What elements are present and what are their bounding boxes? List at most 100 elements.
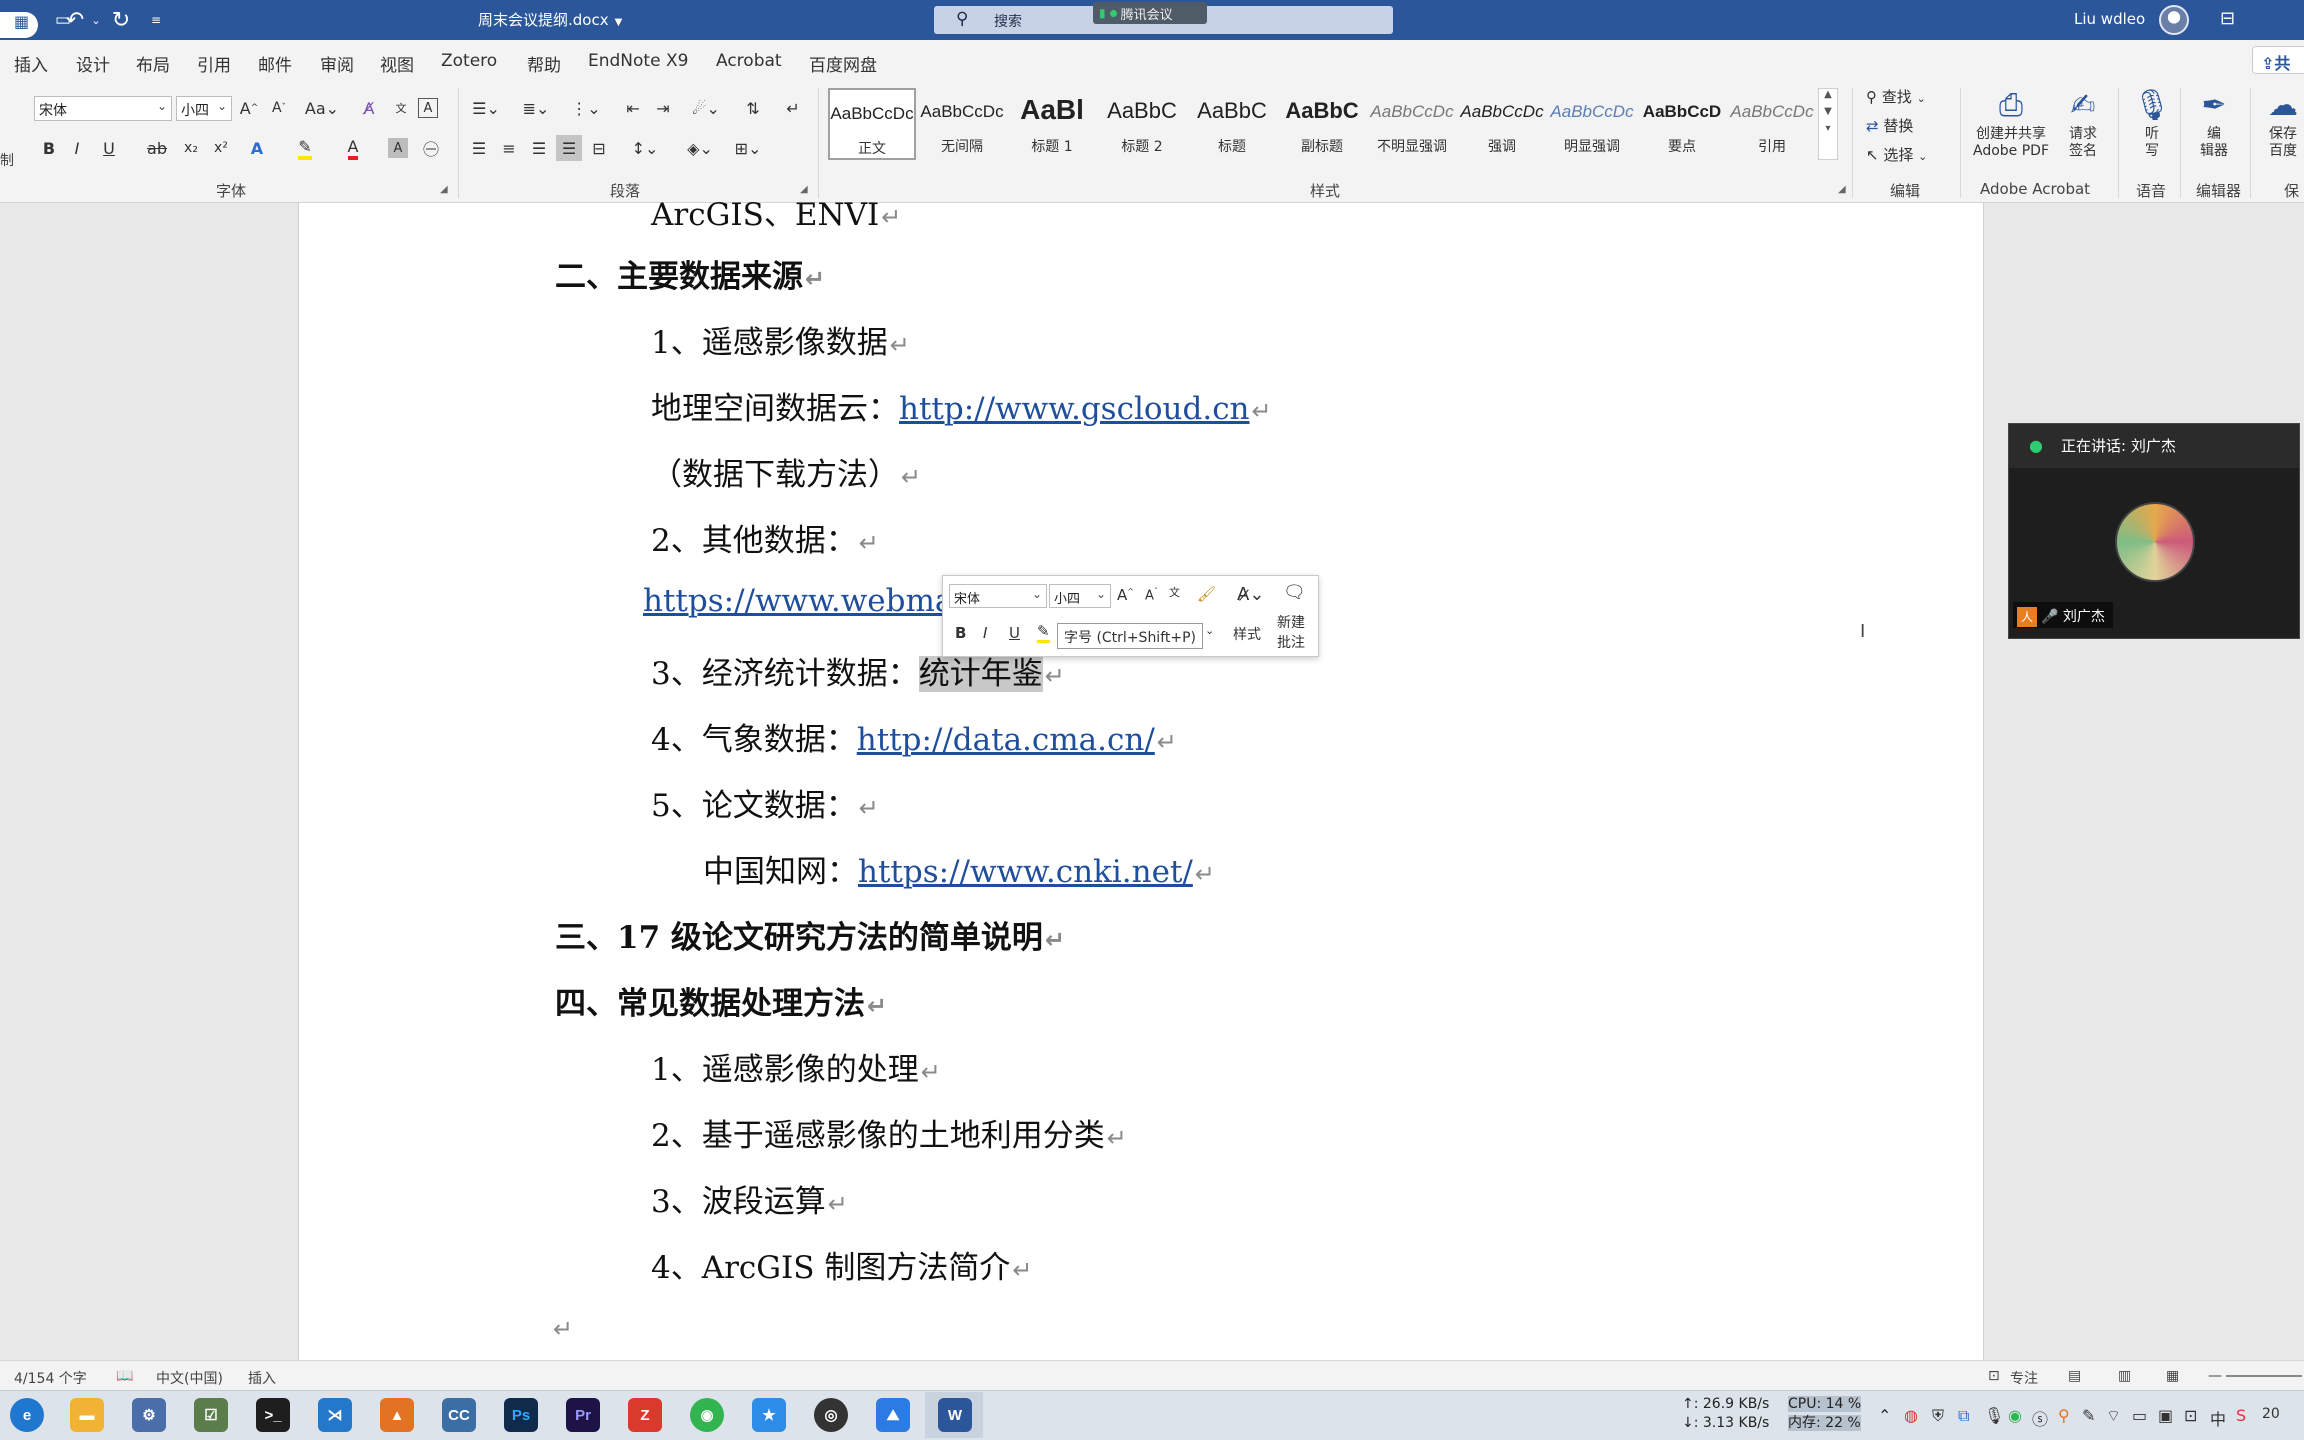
phonetic-guide-icon[interactable]: 文 (388, 95, 414, 121)
doc-line[interactable]: 地理空间数据云：http://www.gscloud.cn↵ (651, 383, 1272, 428)
tab-insert[interactable]: 插入 (14, 51, 48, 76)
zotero-icon[interactable]: Z (628, 1398, 662, 1432)
clipboard-tray-icon[interactable]: ▣ (2158, 1406, 2173, 1425)
tab-mailings[interactable]: 邮件 (258, 51, 292, 76)
tab-review[interactable]: 审阅 (320, 51, 354, 76)
terminal-icon[interactable]: >_ (256, 1398, 290, 1432)
wifi-tray-icon[interactable]: ⌔ (2106, 1406, 2121, 1426)
redo-icon[interactable]: ↻ (106, 7, 136, 33)
camera-app-icon[interactable]: ◎ (814, 1398, 848, 1432)
display-tray-icon[interactable]: ▭ (2132, 1406, 2147, 1425)
meeting-video-window[interactable]: ● 正在讲话: 刘广杰 人 🎤 刘广杰 (2008, 423, 2300, 639)
clock[interactable]: 20 (2262, 1406, 2280, 1422)
character-border-icon[interactable]: A (418, 98, 438, 118)
tab-view[interactable]: 视图 (380, 51, 414, 76)
vscode-icon[interactable]: ⋊ (318, 1398, 352, 1432)
mini-new-comment-label-2[interactable]: 批注 (1277, 632, 1305, 652)
highlighter-icon[interactable]: ✎ (1037, 622, 1050, 643)
style-heading-1[interactable]: AaBl 标题 1 (1008, 88, 1096, 160)
style-quote[interactable]: AaBbCcDc 引用 (1728, 88, 1816, 160)
doc-line[interactable]: 4、气象数据：http://data.cma.cn/↵ (651, 714, 1177, 759)
wechat-tray-icon[interactable]: ◉ (2008, 1406, 2022, 1425)
search-tray-icon[interactable]: ⚲ (2058, 1406, 2070, 1425)
matlab-icon[interactable]: ▲ (380, 1398, 414, 1432)
task-manager-icon[interactable]: ☑ (194, 1398, 228, 1432)
cc-app-icon[interactable]: CC (442, 1398, 476, 1432)
tab-design[interactable]: 设计 (76, 51, 110, 76)
sogou-tray-icon[interactable]: S (2236, 1406, 2246, 1425)
shrink-font-icon[interactable]: Aˇ (1145, 587, 1158, 603)
text-effects-icon[interactable]: A (244, 135, 270, 161)
web-layout-icon[interactable]: ▦ (2166, 1368, 2179, 1384)
save-to-baidu-button[interactable]: ☁ 保存 百度 (2262, 86, 2304, 160)
doc-line[interactable]: ArcGIS、ENVI↵ (651, 189, 901, 234)
doc-line[interactable]: 1、遥感影像数据↵ (651, 317, 910, 362)
photoshop-icon[interactable]: Ps (504, 1398, 538, 1432)
network-tray-icon[interactable]: ⧉ (1958, 1406, 1969, 1426)
share-button[interactable]: ⇪共 (2252, 46, 2304, 74)
zoom-slider[interactable] (2226, 1375, 2302, 1377)
chinese-layout-icon[interactable]: ☄⌄ (686, 95, 726, 121)
hyperlink[interactable]: https://www.cnki.net/ (858, 854, 1193, 890)
decrease-indent-icon[interactable]: ⇤ (620, 95, 646, 121)
numbering-icon[interactable]: ≣⌄ (516, 95, 556, 121)
more-styles-icon[interactable]: ▾ (1819, 123, 1837, 134)
document-title[interactable]: 周末会议提纲.docx ▼ (478, 9, 622, 30)
selected-text[interactable]: 统计年鉴 (918, 656, 1043, 692)
font-size-combo[interactable]: 小四 ⌄ (176, 96, 232, 121)
style-no-spacing[interactable]: AaBbCcDc 无间隔 (918, 88, 1006, 160)
chevron-down-icon[interactable]: ⌄ (1205, 624, 1214, 637)
create-share-pdf-button[interactable]: ⎙ 创建并共享 Adobe PDF (1968, 86, 2054, 160)
doc-line[interactable]: 3、波段运算↵ (651, 1176, 848, 1221)
doc-line[interactable]: 5、论文数据：↵ (651, 780, 879, 825)
find-button[interactable]: ⚲ 查找 ⌄ (1866, 86, 1926, 107)
lock-tray-icon[interactable]: ⊡ (2184, 1406, 2197, 1425)
editor-button[interactable]: ✒ 编 辑器 (2190, 86, 2238, 160)
bold-icon[interactable]: B (955, 624, 966, 642)
bold-icon[interactable]: B (36, 135, 62, 161)
chevron-up-icon[interactable]: ▲ (1819, 89, 1837, 100)
font-color-icon[interactable]: A (340, 135, 366, 161)
increase-indent-icon[interactable]: ⇥ (650, 95, 676, 121)
italic-icon[interactable]: I (983, 624, 987, 642)
multilevel-list-icon[interactable]: ⋮⌄ (566, 95, 606, 121)
tab-references[interactable]: 引用 (197, 51, 231, 76)
highlighter-icon[interactable]: ✎ (292, 135, 318, 161)
new-comment-icon[interactable]: 🗨 (1283, 582, 1306, 603)
dictate-button[interactable]: 🎙 听 写 (2130, 86, 2174, 160)
shading-icon[interactable]: ◈⌄ (680, 135, 720, 161)
ime-indicator[interactable]: 中 (2210, 1406, 2226, 1430)
microphone-tray-icon[interactable]: 🎙 (1984, 1406, 2004, 1425)
underline-icon[interactable]: U (1009, 624, 1020, 642)
section-heading[interactable]: 四、常见数据处理方法↵ (555, 978, 887, 1023)
align-right-icon[interactable]: ☰ (526, 135, 552, 161)
styles-pen-icon[interactable]: A̷⌄ (1237, 584, 1264, 605)
user-avatar[interactable] (2159, 5, 2189, 35)
shrink-font-icon[interactable]: Aˇ (266, 95, 292, 121)
subscript-icon[interactable]: x₂ (178, 135, 204, 161)
superscript-icon[interactable]: x² (208, 135, 234, 161)
doc-line[interactable]: ↵ (551, 1309, 573, 1345)
hyperlink[interactable]: http://www.gscloud.cn (899, 391, 1250, 427)
align-center-icon[interactable]: ≡ (496, 135, 522, 161)
styles-gallery-scroll[interactable]: ▲ ▼ ▾ (1818, 88, 1838, 160)
pen-tray-icon[interactable]: ✎ (2082, 1406, 2095, 1425)
undo-dropdown-icon[interactable]: ⌄ (88, 7, 104, 33)
style-emphasis[interactable]: AaBbCcDc 强调 (1458, 88, 1546, 160)
line-spacing-icon[interactable]: ↕⌄ (626, 135, 664, 161)
grow-font-icon[interactable]: A^ (1117, 586, 1134, 604)
undo-icon[interactable]: ↶ (60, 7, 90, 33)
read-mode-icon[interactable]: ▤ (2068, 1368, 2081, 1384)
tab-layout[interactable]: 布局 (136, 51, 170, 76)
control-panel-icon[interactable]: ⚙ (132, 1398, 166, 1432)
font-dialog-launcher-icon[interactable]: ◢ (440, 184, 448, 195)
hyperlink[interactable]: http://data.cma.cn/ (857, 722, 1155, 758)
security-tray-icon[interactable]: ⛨ (1932, 1406, 1944, 1426)
tab-baidu-netdisk[interactable]: 百度网盘 (809, 51, 877, 76)
show-marks-icon[interactable]: ↵ (780, 95, 806, 121)
edge-browser-icon[interactable]: e (10, 1398, 44, 1432)
user-name[interactable]: Liu wdleo (2074, 10, 2145, 28)
borders-icon[interactable]: ⊞⌄ (728, 135, 768, 161)
app-launcher-icon[interactable]: ▦ (0, 12, 38, 38)
enclose-characters-icon[interactable]: ㊀ (418, 135, 444, 161)
